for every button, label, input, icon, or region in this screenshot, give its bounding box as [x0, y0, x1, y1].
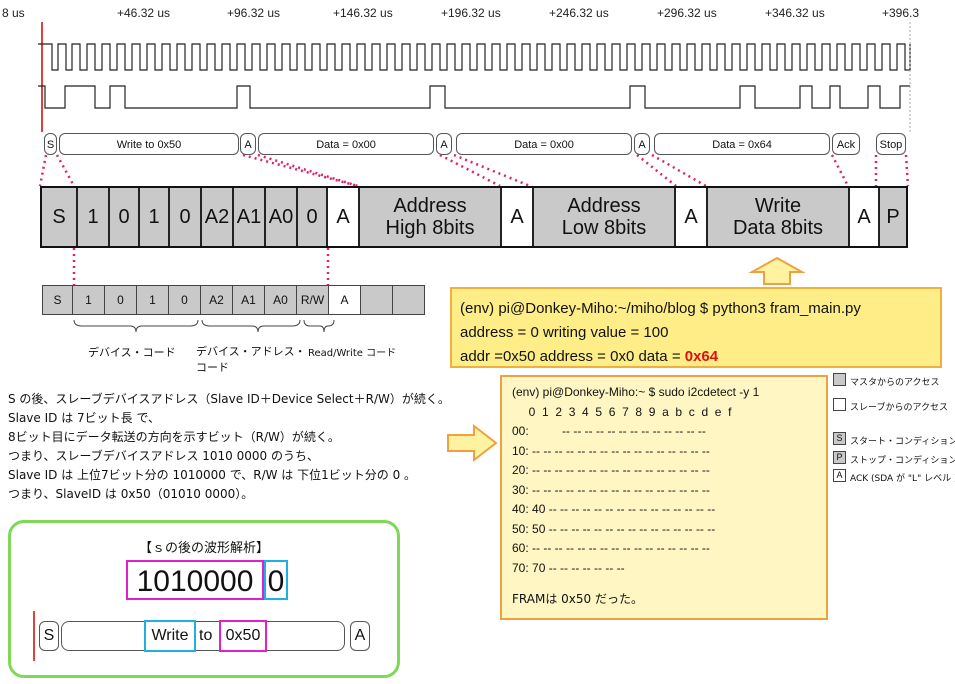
python-line-prefix: addr =0x50 address = 0x0 data =	[460, 348, 685, 365]
right-arrow-icon	[447, 423, 498, 463]
brace-lines	[73, 319, 335, 333]
label-device-code: デバイス・コード	[88, 346, 176, 359]
python-data-value: 0x64	[684, 348, 719, 365]
frame-a0: A0	[266, 188, 298, 246]
frame-bit: 0	[110, 188, 140, 246]
frame-write-data: Write Data 8bits	[708, 188, 850, 246]
slave-address-table: S 1 0 1 0 A2 A1 A0 R/W A	[42, 285, 425, 315]
explanation-line: つまり、スレーブデバイスアドレス 1010 0000 のうち、	[8, 449, 319, 463]
analysis-rw-bit: 0	[264, 560, 288, 600]
i2c-footer: FRAMは 0x50 だった。	[512, 592, 643, 606]
frame-stop: P	[880, 188, 906, 246]
python-line: address = 0 writing value = 100	[460, 324, 669, 341]
slave-cell: A	[329, 286, 361, 314]
slave-cell: A1	[233, 286, 265, 314]
i2c-line: 0 1 2 3 4 5 6 7 8 9 a b c d e f	[512, 404, 732, 419]
slave-cell: A2	[201, 286, 233, 314]
label-rw-code: Read/Write コード	[308, 348, 397, 359]
legend-stop-symbol: P	[833, 451, 846, 464]
legend-ack-label: ACK (SDA が "L" レベル )	[850, 474, 955, 484]
waveform-area	[38, 22, 911, 132]
analysis-address-label: 0x50	[219, 620, 267, 652]
analysis-write-label: Write	[144, 620, 196, 652]
analysis-start: S	[39, 621, 59, 651]
python-output-box: (env) pi@Donkey-Miho:~/miho/blog $ pytho…	[450, 287, 942, 368]
time-tick: +146.32 us	[333, 6, 393, 20]
legend-ack-symbol: A	[833, 469, 846, 482]
cursor-marker	[33, 611, 35, 661]
slave-cell: R/W	[297, 286, 329, 314]
frame-ack: A	[676, 188, 708, 246]
slave-cell: A0	[265, 286, 297, 314]
frame-bit: 1	[78, 188, 110, 246]
time-tick: +246.32 us	[549, 6, 609, 20]
scl-waveform	[38, 43, 911, 71]
legend-stop-label: ストップ・コンディション	[850, 456, 955, 466]
i2c-line: 60: -- -- -- -- -- -- -- -- -- -- -- -- …	[512, 541, 710, 555]
analysis-ack: A	[350, 621, 370, 651]
explanation-text: S の後、スレーブデバイスアドレス（Slave ID＋Device Select…	[8, 390, 450, 504]
frame-a2: A2	[202, 188, 234, 246]
label-device-address: デバイス・アドレス・ コード	[196, 345, 306, 374]
explanation-line: つまり、SlaveID は 0x50（01010 0000）。	[8, 487, 254, 501]
analysis-title: 【ｓの後の波形解析】	[138, 541, 269, 556]
explanation-line: Slave ID は 7ビット長 で、	[8, 411, 160, 425]
frame-start: S	[42, 188, 78, 246]
legend-start-label: スタート・コンディション	[850, 437, 955, 447]
i2cdetect-output-box: (env) pi@Donkey-Miho:~ $ sudo i2cdetect …	[500, 375, 828, 620]
legend-slave-label: スレーブからのアクセス	[850, 403, 949, 413]
legend-master-swatch	[833, 373, 846, 386]
legend-start-symbol: S	[833, 432, 846, 445]
frame-ack: A	[502, 188, 534, 246]
up-arrow-icon	[748, 256, 806, 285]
i2c-line: 20: -- -- -- -- -- -- -- -- -- -- -- -- …	[512, 463, 710, 477]
frame-address-high: Address High 8bits	[360, 188, 502, 246]
i2c-line: (env) pi@Donkey-Miho:~ $ sudo i2cdetect …	[512, 385, 760, 399]
frame-ack: A	[328, 188, 360, 246]
time-tick: +46.32 us	[117, 6, 171, 20]
time-tick: 8 us	[2, 6, 25, 20]
analysis-to-label: to	[199, 627, 213, 644]
time-tick: +196.32 us	[441, 6, 501, 20]
time-tick: +346.32 us	[765, 6, 825, 20]
time-tick: +396.3	[882, 6, 920, 20]
slave-cell: 0	[169, 286, 201, 314]
i2c-line: 30: -- -- -- -- -- -- -- -- -- -- -- -- …	[512, 482, 710, 497]
explanation-line: 8ビット目にデータ転送の方向を示すビット（R/W）が続く。	[8, 430, 340, 444]
sda-waveform	[38, 85, 910, 109]
explanation-line: S の後、スレーブデバイスアドレス（Slave ID＋Device Select…	[8, 392, 450, 406]
frame-rw: 0	[298, 188, 328, 246]
legend-master-label: マスタからのアクセス	[850, 378, 940, 388]
slave-cell	[361, 286, 393, 314]
frame-bit: 0	[170, 188, 202, 246]
analysis-slave-id-bits: 1010000	[126, 560, 264, 600]
slave-cell	[393, 286, 424, 314]
slave-cell: 1	[73, 286, 105, 314]
i2c-line: 40: 40 -- -- -- -- -- -- -- -- -- -- -- …	[512, 502, 716, 516]
i2c-frame-table: S 1 0 1 0 A2 A1 A0 0 A Address High 8bit…	[40, 186, 908, 248]
python-line: addr =0x50 address = 0x0 data = 0x64	[460, 345, 932, 369]
time-tick: +96.32 us	[227, 6, 281, 20]
frame-address-low: Address Low 8bits	[534, 188, 676, 246]
legend-slave-swatch	[833, 398, 846, 411]
i2c-line: 10: -- -- -- -- -- -- -- -- -- -- -- -- …	[512, 443, 710, 458]
i2c-line: 70: 70 -- -- -- -- -- -- --	[512, 560, 625, 575]
frame-a1: A1	[234, 188, 266, 246]
time-tick: +296.32 us	[657, 6, 717, 20]
slave-cell: 0	[105, 286, 137, 314]
frame-bit: 1	[140, 188, 170, 246]
i2c-line: 00: -- -- -- -- -- -- -- -- -- -- -- -- …	[512, 424, 706, 438]
slave-cell: 1	[137, 286, 169, 314]
i2c-line: 50: 50 -- -- -- -- -- -- -- -- -- -- -- …	[512, 521, 716, 536]
slave-cell: S	[43, 286, 73, 314]
waveform-analysis-box: 【ｓの後の波形解析】 1010000 0 S Write to 0x50 A	[8, 520, 400, 678]
explanation-line: Slave ID は 上位7ビット分の 1010000 で、R/W は 下位1ビ…	[8, 468, 417, 482]
python-line: (env) pi@Donkey-Miho:~/miho/blog $ pytho…	[460, 300, 861, 317]
frame-ack: A	[850, 188, 880, 246]
